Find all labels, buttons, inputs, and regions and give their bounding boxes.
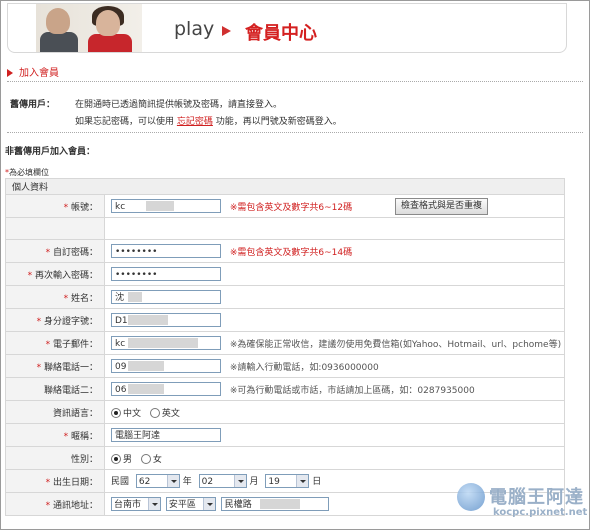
banner-photo (36, 4, 142, 52)
language-label: 資訊語言： (52, 408, 98, 419)
phone2-hint: ※可為行動電話或市話，市話請加上區碼，如：0287935000 (229, 385, 475, 396)
gender-male-label: 男 (123, 454, 133, 465)
district-select[interactable]: 安平區 (165, 497, 216, 511)
birth-day-select[interactable]: 19 (265, 474, 310, 489)
new-user-label: 非舊傳用戶加入會員： (5, 147, 96, 157)
birth-year-select[interactable]: 62 (135, 474, 180, 489)
banner-arrow-icon (222, 26, 231, 36)
id-number-input[interactable]: D1 (111, 313, 221, 327)
existing-user-text: 在開通時已透過簡訊提供帳號及密碼，請直接登入。 (75, 100, 283, 110)
street-input[interactable]: 民權路 (220, 497, 329, 511)
chevron-down-icon (166, 475, 179, 488)
chevron-down-icon (296, 475, 309, 488)
nickname-label: 暱稱： (70, 431, 98, 442)
triangle-icon (7, 69, 13, 77)
banner-play-text: play (174, 18, 215, 40)
chevron-down-icon (202, 498, 215, 510)
section-title: 加入會員 (7, 64, 59, 79)
city-select[interactable]: 台南市 (111, 497, 161, 511)
birth-month-select[interactable]: 02 (198, 474, 247, 489)
password-input[interactable]: •••••••• (111, 244, 221, 258)
confirm-password-label: 再次輸入密碼： (34, 270, 98, 281)
birthday-label: 出生日期： (52, 477, 98, 488)
phone2-label: 聯絡電話二： (43, 385, 98, 396)
gender-female-label: 女 (152, 454, 162, 465)
gender-label: 性別： (70, 454, 98, 465)
header-banner: play 會員中心 (7, 3, 567, 53)
birthday-era: 民國 (111, 476, 130, 487)
account-hint: ※需包含英文及數字共6~12碼 (229, 202, 353, 213)
language-chinese-radio[interactable] (111, 408, 121, 418)
language-english-radio[interactable] (149, 408, 160, 418)
account-input[interactable]: kc (111, 199, 221, 213)
globe-icon (457, 483, 485, 511)
registration-form: 個人資料 * 帳號： kc ※需包含英文及數字共6~12碼 檢查格式與是否重複 … (5, 178, 565, 516)
watermark: 電腦王阿達 kocpc.pixnet.net (453, 477, 589, 529)
email-hint: ※為確保能正常收信，建議勿使用免費信箱(如Yahoo、Hotmail、url、p… (229, 339, 562, 350)
name-label: 姓名： (70, 293, 98, 304)
address-label: 通訊地址： (52, 500, 98, 511)
password-label: 自訂密碼： (52, 247, 98, 258)
email-label: 電子郵件： (52, 339, 98, 350)
name-input[interactable]: 沈 (111, 290, 221, 304)
chevron-down-icon (148, 498, 160, 510)
confirm-password-input[interactable]: •••••••• (111, 267, 221, 281)
phone1-hint: ※請輸入行動電話，如:0936000000 (229, 362, 379, 373)
gender-male-radio[interactable] (111, 454, 121, 464)
phone2-input[interactable]: 06 (111, 382, 221, 396)
page-title: 會員中心 (245, 23, 317, 44)
divider (7, 132, 583, 133)
nickname-input[interactable]: 電腦王阿達 (111, 428, 221, 442)
phone1-input[interactable]: 09 (111, 359, 221, 373)
forgot-password-link[interactable]: 忘記密碼 (177, 117, 213, 127)
language-english-label: 英文 (161, 408, 180, 419)
forgot-password-line: 如果忘記密碼，可以使用 忘記密碼 功能，再以門號及新密碼登入。 (75, 117, 342, 127)
id-number-label: 身分證字號： (43, 316, 98, 327)
watermark-title: 電腦王阿達 (489, 487, 584, 508)
watermark-url: kocpc.pixnet.net (493, 507, 588, 518)
divider (7, 81, 583, 82)
required-note: *為必填欄位 (5, 168, 49, 177)
password-hint: ※需包含英文及數字共6~14碼 (229, 247, 353, 258)
form-section-header: 個人資料 (5, 178, 565, 195)
page-frame: play 會員中心 加入會員 舊傳用戶： 在開通時已透過簡訊提供帳號及密碼，請直… (0, 0, 590, 530)
chevron-down-icon (233, 475, 246, 488)
phone1-label: 聯絡電話一： (43, 362, 98, 373)
language-chinese-label: 中文 (123, 408, 142, 419)
check-account-button[interactable]: 檢查格式與是否重複 (395, 197, 489, 215)
account-label: 帳號： (70, 202, 98, 213)
existing-user-label: 舊傳用戶： (10, 100, 56, 110)
gender-female-radio[interactable] (140, 454, 151, 464)
email-input[interactable]: kc (111, 336, 221, 350)
